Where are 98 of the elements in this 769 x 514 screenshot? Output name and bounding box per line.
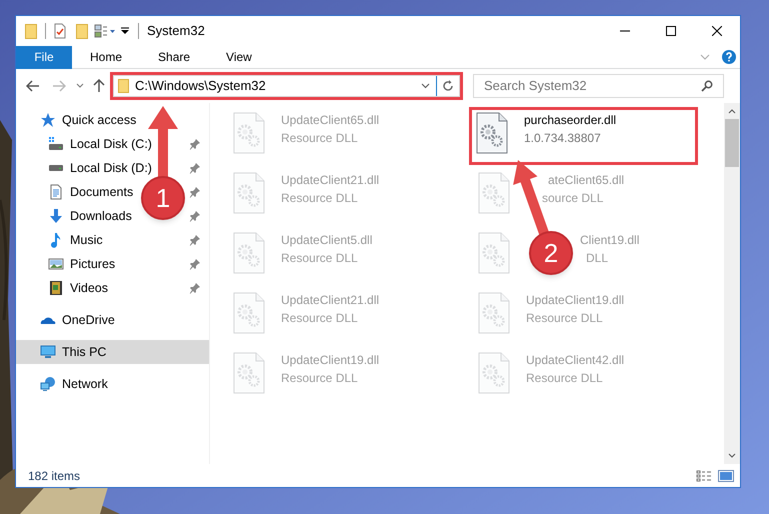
file-detail: Resource DLL <box>281 250 358 267</box>
ribbon-tab[interactable]: Share <box>140 46 208 68</box>
sidebar-item[interactable]: Network <box>40 374 108 394</box>
pin-icon[interactable] <box>189 234 201 246</box>
sidebar-item[interactable]: Pictures <box>48 254 116 274</box>
file-detail: Resource DLL <box>526 310 603 327</box>
file-detail: 1.0.734.38807 <box>524 130 601 147</box>
pin-icon[interactable] <box>189 138 201 150</box>
help-icon[interactable] <box>722 50 736 64</box>
file-name: UpdateClient65.dll <box>281 112 380 129</box>
sidebar-label: Documents <box>70 184 134 201</box>
search-field[interactable]: Search System32 <box>473 74 724 98</box>
file-name: UpdateClient42.dll <box>526 352 624 369</box>
file-name: UpdateClient19.dll <box>526 292 624 309</box>
file-detail: Resource DLL <box>281 370 358 387</box>
sidebar-label: Local Disk (D:) <box>70 160 152 177</box>
sidebar-item[interactable]: Music <box>48 230 103 250</box>
gear-file-icon <box>477 171 511 215</box>
gear-file-icon <box>477 351 511 395</box>
document-icon <box>48 184 64 200</box>
details-view-icon[interactable] <box>696 470 712 482</box>
ribbon-tab[interactable]: Home <box>72 46 140 68</box>
gear-file-icon <box>232 291 266 335</box>
sidebar-label: OneDrive <box>62 312 115 329</box>
customize-dropdown-icon[interactable] <box>120 26 130 36</box>
gear-file-icon <box>232 171 266 215</box>
sidebar-item[interactable]: Local Disk (D:) <box>48 158 152 178</box>
file-detail: Resource DLL <box>281 310 358 327</box>
file-name: ateClient65.dll <box>548 172 624 189</box>
file-name: UpdateClient19.dll <box>281 352 380 369</box>
file-detail: Resource DLL <box>281 130 358 147</box>
gear-file-icon <box>232 111 266 155</box>
search-input[interactable]: Search System32 <box>484 76 701 96</box>
network-icon <box>40 376 56 392</box>
large-icons-view-icon[interactable] <box>718 470 734 482</box>
computer-icon <box>40 344 56 360</box>
pin-icon[interactable] <box>189 258 201 270</box>
file-name: Client19.dll <box>580 232 640 249</box>
film-icon <box>48 280 64 296</box>
sidebar-item[interactable]: This PC <box>40 342 106 362</box>
up-arrow-icon[interactable] <box>93 79 105 93</box>
back-arrow-icon[interactable] <box>26 80 40 92</box>
scroll-down-icon[interactable] <box>728 453 736 458</box>
sidebar-item[interactable]: Documents <box>48 182 134 202</box>
gear-file-icon <box>477 231 511 275</box>
properties-icon[interactable] <box>54 23 66 39</box>
address-bar[interactable]: C:\Windows\System32 <box>113 75 460 97</box>
gear-file-icon <box>232 231 266 275</box>
sidebar-label: Music <box>70 232 103 249</box>
pin-icon[interactable] <box>189 210 201 222</box>
sidebar-label: Pictures <box>70 256 116 273</box>
file-detail: DLL <box>586 250 608 267</box>
download-icon <box>48 208 64 224</box>
sidebar-label: Local Disk (C:) <box>70 136 152 153</box>
gear-file-icon <box>475 111 509 155</box>
file-detail: Resource DLL <box>526 370 603 387</box>
sidebar-label: Videos <box>70 280 108 297</box>
sidebar-item[interactable]: Local Disk (C:) <box>48 134 152 154</box>
recent-dropdown-icon[interactable] <box>76 83 84 89</box>
file-detail: Resource DLL <box>281 190 358 207</box>
star-icon <box>40 112 56 128</box>
sidebar-item[interactable]: Quick access <box>40 110 136 130</box>
scrollbar-thumb[interactable] <box>725 119 739 167</box>
ribbon-tab[interactable]: View <box>208 46 270 68</box>
gear-file-icon <box>232 351 266 395</box>
gear-file-icon <box>477 291 511 335</box>
file-detail: source DLL <box>542 190 604 207</box>
pictures-icon <box>48 256 64 272</box>
pin-icon[interactable] <box>189 282 201 294</box>
drive-icon <box>48 136 64 152</box>
maximize-icon <box>666 26 676 36</box>
search-icon[interactable] <box>701 80 713 92</box>
file-name: UpdateClient21.dll <box>281 292 380 309</box>
view-options-icon[interactable] <box>94 24 116 38</box>
ribbon-tab[interactable]: File <box>16 46 72 68</box>
pin-icon[interactable] <box>189 162 201 174</box>
sidebar-label: Downloads <box>70 208 132 225</box>
window-title: System32 <box>147 22 205 40</box>
sidebar-item[interactable]: OneDrive <box>40 310 115 330</box>
address-path: C:\Windows\System32 <box>135 77 266 96</box>
scroll-up-icon[interactable] <box>728 109 736 114</box>
drive-icon <box>48 164 64 172</box>
minimize-icon <box>620 30 630 32</box>
refresh-icon[interactable] <box>442 80 454 92</box>
sidebar-label: Network <box>62 376 108 393</box>
sidebar-label: Quick access <box>62 112 136 129</box>
folder-icon <box>118 79 129 93</box>
chevron-down-icon[interactable] <box>421 83 430 89</box>
sidebar-item[interactable]: Downloads <box>48 206 132 226</box>
file-name: purchaseorder.dll <box>524 112 616 129</box>
item-count: 182 items <box>28 468 82 484</box>
file-name: UpdateClient21.dll <box>281 172 380 189</box>
close-icon <box>712 26 722 36</box>
file-name: UpdateClient5.dll <box>281 232 372 249</box>
sidebar-label: This PC <box>62 344 106 361</box>
sidebar-item[interactable]: Videos <box>48 278 108 298</box>
scrollbar[interactable] <box>724 103 740 464</box>
pin-icon[interactable] <box>189 186 201 198</box>
